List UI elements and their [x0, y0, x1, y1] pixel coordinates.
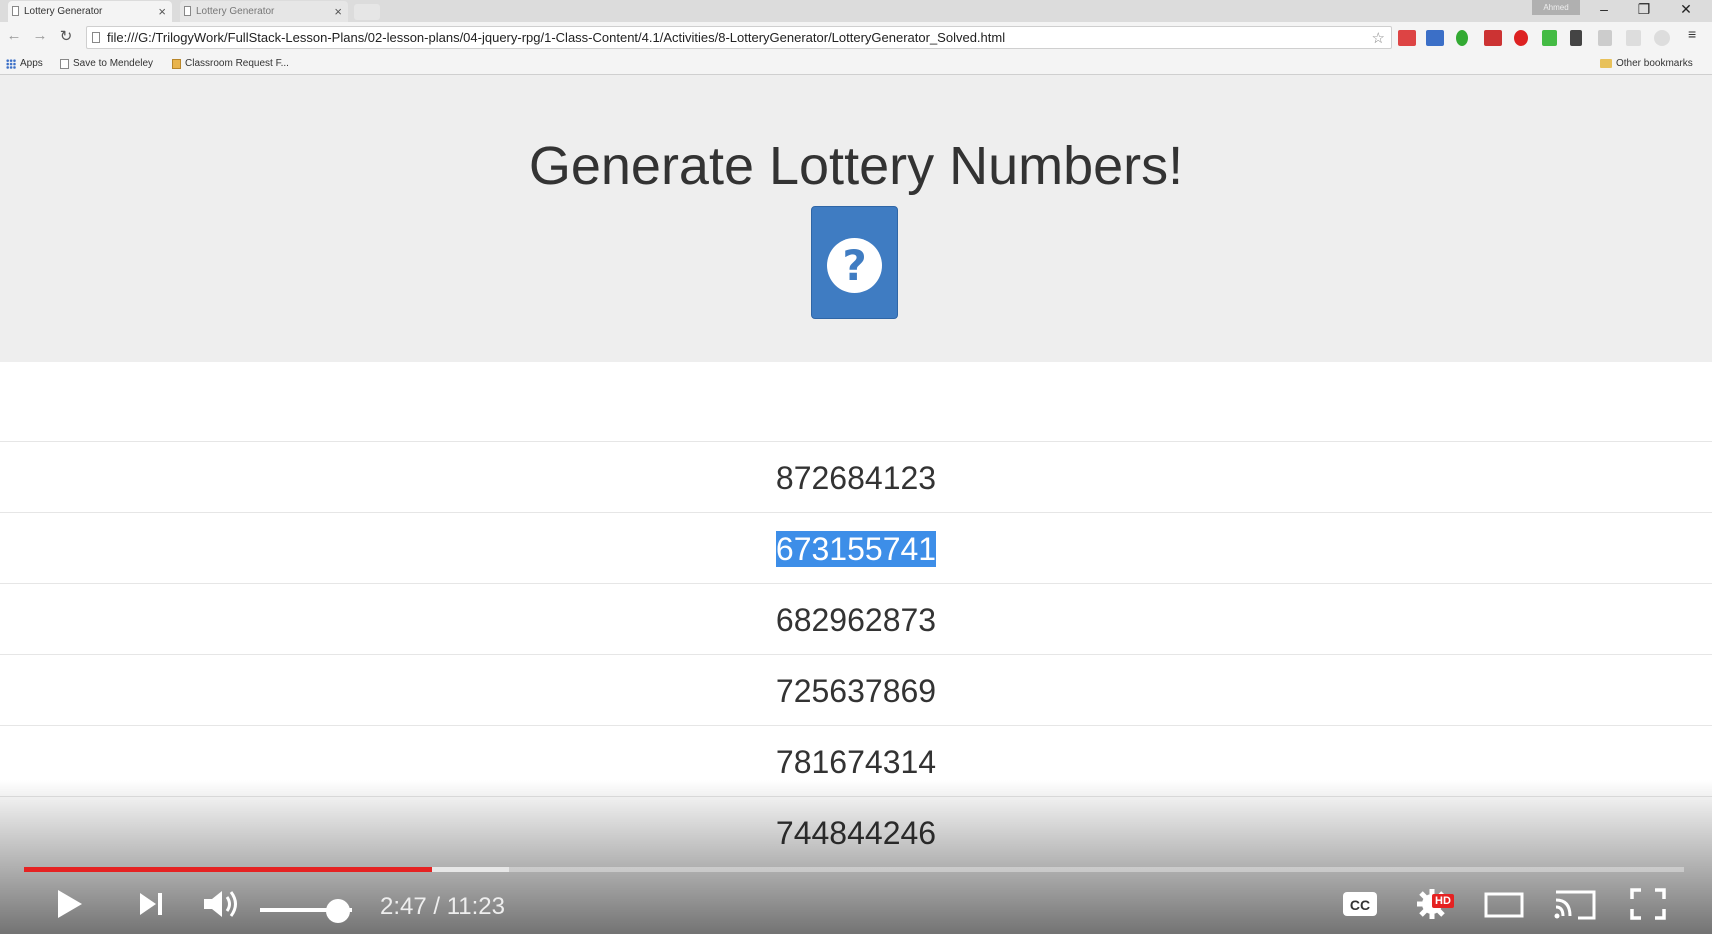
grid-extension-icon[interactable]: [1626, 30, 1641, 46]
reload-icon[interactable]: ↻: [56, 27, 76, 45]
close-window-icon[interactable]: ✕: [1668, 1, 1704, 18]
cast-icon[interactable]: [1552, 886, 1598, 931]
forward-icon[interactable]: →: [30, 27, 50, 44]
time-display: 2:47 / 11:23: [380, 893, 505, 920]
close-tab-icon[interactable]: ×: [334, 4, 342, 19]
sheet-extension-icon[interactable]: [1542, 30, 1557, 46]
list-extension-icon[interactable]: [1598, 30, 1612, 46]
next-icon[interactable]: [134, 886, 168, 931]
browser-tab-strip: Lottery Generator × Lottery Generator × …: [0, 0, 1712, 22]
lottery-number-row: 725637869: [0, 654, 1712, 725]
restore-icon[interactable]: ❐: [1626, 1, 1662, 18]
apps-grid-icon: [6, 58, 16, 69]
jumbotron: Generate Lottery Numbers! ?: [0, 75, 1712, 362]
address-bar[interactable]: file:///G:/TrilogyWork/FullStack-Lesson-…: [86, 26, 1392, 49]
close-tab-icon[interactable]: ×: [158, 4, 166, 19]
address-text: file:///G:/TrilogyWork/FullStack-Lesson-…: [107, 30, 1006, 45]
screen: Lottery Generator × Lottery Generator × …: [0, 0, 1712, 934]
browser-toolbar: ← → ↻ file:///G:/TrilogyWork/FullStack-L…: [0, 22, 1712, 54]
lottery-number-text: 781674314: [775, 744, 937, 780]
gmail-extension-icon[interactable]: [1398, 30, 1416, 46]
volume-icon[interactable]: [200, 886, 244, 931]
lottery-number-text: 682962873: [775, 602, 937, 638]
lottery-number-row: 673155741: [0, 512, 1712, 583]
progress-bar[interactable]: [24, 867, 1684, 872]
fullscreen-icon[interactable]: [1628, 886, 1668, 931]
browser-tab[interactable]: Lottery Generator ×: [8, 1, 172, 22]
bookmark-classroom-request[interactable]: Classroom Request F...: [172, 58, 289, 69]
page-icon: [12, 6, 19, 16]
page-title: Generate Lottery Numbers!: [528, 136, 1184, 196]
bookmark-label: Save to Mendeley: [73, 58, 154, 69]
lottery-number-text: 673155741: [775, 531, 937, 567]
question-circle-icon: ?: [827, 238, 882, 293]
evernote-extension-icon[interactable]: [1570, 30, 1582, 46]
lottery-number: 682962873: [0, 602, 1712, 639]
calendar-extension-icon[interactable]: [1426, 30, 1444, 46]
lottery-number-row: 682962873: [0, 583, 1712, 654]
bookmark-other[interactable]: Other bookmarks: [1600, 58, 1693, 69]
back-icon[interactable]: ←: [4, 27, 24, 44]
browser-tab[interactable]: Lottery Generator ×: [180, 1, 348, 22]
generate-numbers-button[interactable]: ?: [811, 206, 898, 319]
bookmark-label: Classroom Request F...: [185, 58, 289, 69]
lottery-number: 781674314: [0, 744, 1712, 781]
page-icon: [184, 6, 191, 16]
opera-extension-icon[interactable]: [1514, 30, 1528, 46]
folder-icon: [1600, 59, 1612, 68]
page-icon: [60, 58, 69, 69]
browser-tab-label: Lottery Generator: [196, 6, 275, 17]
lottery-number-row: 872684123: [0, 441, 1712, 512]
bookmark-star-icon[interactable]: ☆: [1372, 29, 1385, 47]
bookmark-mendeley[interactable]: Save to Mendeley: [60, 58, 153, 69]
lottery-number: 673155741: [0, 531, 1712, 568]
profile-button[interactable]: Ahmed: [1532, 0, 1580, 15]
page-icon: [92, 32, 100, 43]
circle-extension-icon[interactable]: [1654, 30, 1670, 46]
play-icon[interactable]: [52, 886, 86, 931]
settings-icon[interactable]: [1412, 886, 1452, 931]
lottery-number-text: 872684123: [775, 460, 937, 496]
lottery-number: 872684123: [0, 460, 1712, 497]
bookmark-label: Apps: [20, 58, 43, 69]
hd-badge: HD: [1432, 894, 1454, 908]
location-extension-icon[interactable]: [1456, 30, 1468, 46]
captions-icon[interactable]: CC: [1340, 886, 1380, 931]
new-tab-button[interactable]: [354, 4, 380, 20]
menu-icon[interactable]: ≡: [1688, 26, 1700, 42]
lottery-number-text: 725637869: [775, 673, 937, 709]
bookmarks-bar: Apps Save to Mendeley Classroom Request …: [0, 54, 1712, 75]
progress-played: [24, 867, 433, 872]
volume-slider-handle[interactable]: [326, 899, 351, 923]
bookmark-apps[interactable]: Apps: [6, 58, 43, 69]
lottery-number: 725637869: [0, 673, 1712, 710]
classroom-icon: [172, 58, 181, 69]
stack-extension-icon[interactable]: [1484, 30, 1502, 46]
minimize-icon[interactable]: –: [1586, 1, 1622, 17]
bookmark-label: Other bookmarks: [1616, 58, 1693, 69]
svg-text:CC: CC: [1350, 897, 1370, 913]
theater-mode-icon[interactable]: [1482, 886, 1526, 931]
player-controls-gradient: [0, 780, 1712, 934]
browser-tab-label: Lottery Generator: [24, 6, 103, 17]
